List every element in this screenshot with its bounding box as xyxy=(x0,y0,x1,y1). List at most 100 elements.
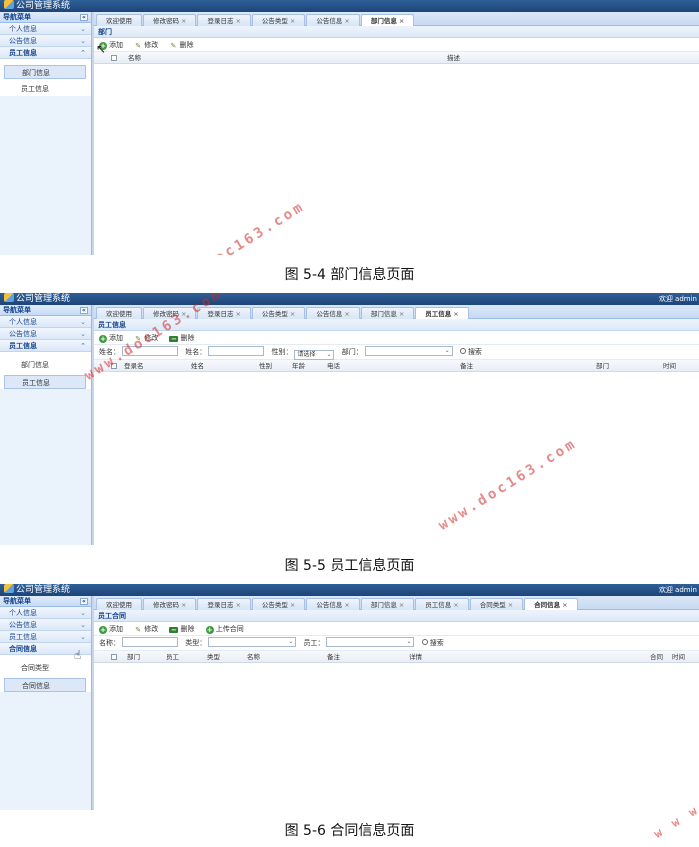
close-icon[interactable]: × xyxy=(453,601,458,609)
close-icon[interactable]: × xyxy=(399,17,404,25)
close-icon[interactable]: × xyxy=(290,601,295,609)
tab-notice[interactable]: 公告信息 × xyxy=(306,307,360,319)
sidebar-section-personal[interactable]: 个人信息 ⌄ xyxy=(0,23,91,35)
tab-notice-type[interactable]: 公告类型 × xyxy=(251,307,306,319)
column-header[interactable]: 时间 xyxy=(663,360,676,372)
sidebar-section-notice[interactable]: 公告信息 ⌄ xyxy=(0,328,91,340)
close-icon[interactable]: × xyxy=(181,17,186,25)
column-header-name[interactable]: 名称 xyxy=(128,52,141,64)
close-icon[interactable]: × xyxy=(235,17,240,25)
sidebar-item-dept[interactable]: 部门信息 xyxy=(4,65,86,79)
close-icon[interactable]: × xyxy=(399,310,404,318)
close-icon[interactable]: × xyxy=(562,601,567,609)
search-button[interactable]: 搜索 xyxy=(459,345,482,360)
dept-select[interactable]: ⌄ xyxy=(364,346,453,356)
column-header[interactable]: 部门 xyxy=(596,360,609,372)
tab-welcome[interactable]: 欢迎使用 xyxy=(96,14,142,26)
close-icon[interactable]: × xyxy=(453,310,458,318)
column-header[interactable]: 登录名 xyxy=(124,360,144,372)
select-all-checkbox[interactable] xyxy=(111,55,117,61)
column-header[interactable]: 姓名 xyxy=(191,360,204,372)
sidebar-section-notice[interactable]: 公告信息 ⌄ xyxy=(0,35,91,47)
main-panel: 欢迎使用 修改密码 × 登录日志 × 公告类型 × 公告信息 × 部门信息 × 部门 + 添加 ✎ 修改… xyxy=(94,12,699,255)
close-icon[interactable]: × xyxy=(344,310,349,318)
tab-pwd[interactable]: 修改密码 × xyxy=(143,14,197,26)
sidebar-section-employee[interactable]: 员工信息 ⌃ xyxy=(0,340,91,352)
column-header[interactable]: 合同 xyxy=(650,651,663,663)
column-header[interactable]: 电话 xyxy=(327,360,340,372)
column-header[interactable]: 部门 xyxy=(127,651,140,663)
close-icon[interactable]: × xyxy=(235,601,240,609)
sidebar-section-personal[interactable]: 个人信息 ⌄ xyxy=(0,607,91,619)
column-header[interactable]: 备注 xyxy=(460,360,473,372)
collapse-icon[interactable]: « xyxy=(80,598,88,605)
tab-log[interactable]: 登录日志 × xyxy=(197,598,251,610)
column-header[interactable]: 时间 xyxy=(672,651,685,663)
column-header[interactable]: 年龄 xyxy=(292,360,305,372)
upload-contract-button[interactable]: + 上传合同 xyxy=(205,622,244,636)
tab-dept[interactable]: 部门信息 × xyxy=(360,598,415,610)
delete-label: 删除 xyxy=(180,625,195,633)
delete-button[interactable]: ✎ 删除 xyxy=(169,38,194,52)
column-header[interactable]: 备注 xyxy=(327,651,340,663)
tab-notice[interactable]: 公告信息 × xyxy=(306,598,360,610)
sidebar-item-dept[interactable]: 部门信息 xyxy=(4,358,86,372)
type-select[interactable]: ⌄ xyxy=(208,637,297,647)
close-icon[interactable]: × xyxy=(235,310,240,318)
close-icon[interactable]: × xyxy=(344,601,349,609)
column-header[interactable]: 性别 xyxy=(259,360,272,372)
close-icon[interactable]: × xyxy=(290,310,295,318)
emp-select[interactable]: ⌄ xyxy=(326,637,415,647)
tab-contract-type[interactable]: 合同类型 × xyxy=(469,598,524,610)
tab-welcome[interactable]: 欢迎使用 xyxy=(96,598,142,610)
name-input[interactable] xyxy=(122,637,178,647)
add-button[interactable]: + 添加 xyxy=(99,331,123,345)
close-icon[interactable]: × xyxy=(344,17,349,25)
delete-button[interactable]: − 删除 xyxy=(169,622,194,636)
tab-emp[interactable]: 员工信息 × xyxy=(415,307,469,319)
sidebar-item-emp[interactable]: 员工信息 xyxy=(4,375,86,389)
gender-select[interactable]: 请选择 ⌄ xyxy=(294,350,335,360)
column-header[interactable]: 类型 xyxy=(207,651,220,663)
tab-notice[interactable]: 公告信息 × xyxy=(306,14,360,26)
tab-contract[interactable]: 合同信息 × xyxy=(524,598,578,610)
column-header[interactable]: 员工 xyxy=(166,651,179,663)
collapse-icon[interactable]: « xyxy=(80,14,88,21)
sidebar-item-emp[interactable]: 员工信息 xyxy=(4,82,86,96)
delete-button[interactable]: − 删除 xyxy=(169,331,194,345)
tab-emp[interactable]: 员工信息 × xyxy=(415,598,469,610)
tab-bar: 欢迎使用 修改密码 × 登录日志 × 公告类型 × 公告信息 × 部门信息 × xyxy=(94,12,699,26)
collapse-icon[interactable]: « xyxy=(80,307,88,314)
tab-dept[interactable]: 部门信息 × xyxy=(360,307,415,319)
select-all-checkbox[interactable] xyxy=(111,654,117,660)
tab-log[interactable]: 登录日志 × xyxy=(197,14,251,26)
tab-notice-type[interactable]: 公告类型 × xyxy=(251,598,306,610)
close-icon[interactable]: × xyxy=(508,601,513,609)
sidebar-section-personal[interactable]: 个人信息 ⌄ xyxy=(0,316,91,328)
sidebar-item-contract[interactable]: 合同信息 xyxy=(4,678,86,692)
column-header[interactable]: 详情 xyxy=(409,651,422,663)
column-header-desc[interactable]: 描述 xyxy=(447,52,460,64)
close-icon[interactable]: × xyxy=(290,17,295,25)
figure-caption-2: 图 5-5 员工信息页面 xyxy=(284,558,415,574)
tab-welcome[interactable]: 欢迎使用 xyxy=(96,307,142,319)
chevron-down-icon: ⌄ xyxy=(80,37,86,45)
add-button[interactable]: + 添加 xyxy=(99,622,123,636)
sidebar-section-employee[interactable]: 员工信息 ⌃ xyxy=(0,47,91,59)
edit-button[interactable]: ✎ 修改 xyxy=(134,38,158,52)
sidebar-section-notice[interactable]: 公告信息 ⌄ xyxy=(0,619,91,631)
app-logo-icon xyxy=(4,293,14,302)
filter-label-type: 类型： xyxy=(185,639,207,647)
column-header[interactable]: 名称 xyxy=(247,651,260,663)
tab-pwd[interactable]: 修改密码 × xyxy=(143,598,197,610)
tab-notice-type[interactable]: 公告类型 × xyxy=(251,14,306,26)
edit-button[interactable]: ✎ 修改 xyxy=(134,622,158,636)
search-button[interactable]: 搜索 xyxy=(421,636,444,651)
close-icon[interactable]: × xyxy=(181,601,186,609)
tab-dept[interactable]: 部门信息 × xyxy=(360,14,415,26)
sidebar-section-employee[interactable]: 员工信息 ⌄ xyxy=(0,631,91,643)
real-name-input[interactable] xyxy=(208,346,265,356)
minus-icon: − xyxy=(169,335,179,343)
sidebar-item-contract-type[interactable]: 合同类型 xyxy=(4,661,86,675)
close-icon[interactable]: × xyxy=(399,601,404,609)
